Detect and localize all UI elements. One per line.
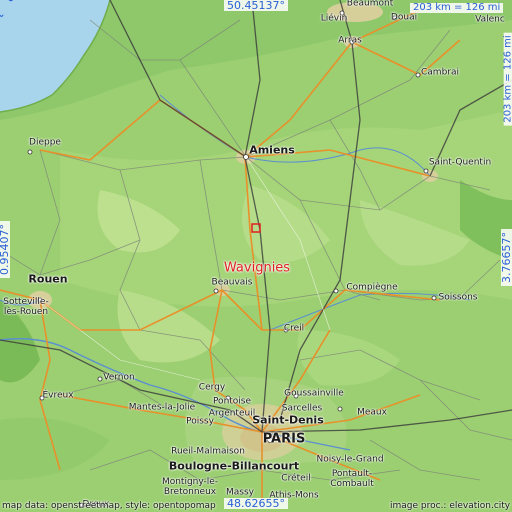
city-label-goussainville[interactable]: Goussainville [284,389,344,399]
attribution-right: image proc.: elevation.city [390,501,511,511]
city-label-douai[interactable]: Douai [391,13,417,23]
city-label-rouen[interactable]: Rouen [28,274,67,285]
city-label-sarcelles[interactable]: Sarcelles [282,404,322,414]
city-label-cambrai[interactable]: Cambrai [421,68,459,78]
city-label-vernon[interactable]: Vernon [103,373,134,383]
marker-label[interactable]: Wavignies [224,262,290,275]
city-label-pontault[interactable]: Pontault-Combault [324,469,380,490]
right-longitude-label: 3.76657° [500,229,512,286]
city-label-valenciennes[interactable]: Valenc [475,15,505,25]
city-label-paris[interactable]: PARIS [263,433,306,446]
city-label-argenteuil[interactable]: Argenteuil [209,409,255,419]
attribution-left: map data: openstreetmap, style: opentopo… [2,501,216,511]
city-label-arras[interactable]: Arras [338,36,362,46]
city-label-montigny[interactable]: Montigny-le-Bretonneux [150,477,230,498]
scale-horizontal: 203 km = 126 mi [410,3,504,13]
top-latitude-label: 50.45137° [224,0,288,11]
city-label-pontoise[interactable]: Pontoise [213,397,251,407]
city-label-beauvais[interactable]: Beauvais [212,278,253,288]
map-canvas[interactable]: Strait of Dover Liévin Beaumont Douai Va… [0,0,512,512]
city-label-dieppe[interactable]: Dieppe [29,138,61,148]
city-label-sotteville[interactable]: Sotteville-lès-Rouen [0,297,55,318]
city-label-amiens[interactable]: Amiens [249,145,295,156]
city-label-soissons[interactable]: Soissons [439,293,478,303]
city-label-creil[interactable]: Creil [284,324,304,334]
city-label-lievin[interactable]: Liévin [321,14,348,24]
city-label-evreux[interactable]: Évreux [42,391,73,401]
left-longitude-label: 0.95407° [0,221,11,278]
city-label-beaumont[interactable]: Beaumont [347,0,393,9]
city-label-saint-quentin[interactable]: Saint-Quentin [429,158,491,168]
city-label-meaux[interactable]: Meaux [357,408,387,418]
city-label-poissy[interactable]: Poissy [186,417,214,427]
city-label-rueil[interactable]: Rueil-Malmaison [171,447,245,457]
bottom-latitude-label: 48.62655° [224,498,288,509]
scale-vertical: 203 km = 126 mi [503,32,512,126]
city-label-creteil[interactable]: Créteil [281,474,310,484]
city-label-saint-denis[interactable]: Saint-Denis [252,415,324,426]
city-label-mantes[interactable]: Mantes-la-Jolie [129,403,195,413]
city-label-boulogne[interactable]: Boulogne-Billancourt [169,461,299,472]
city-label-cergy[interactable]: Cergy [199,383,225,393]
city-label-noisy[interactable]: Noisy-le-Grand [316,455,383,465]
city-label-compiegne[interactable]: Compiègne [346,283,397,293]
